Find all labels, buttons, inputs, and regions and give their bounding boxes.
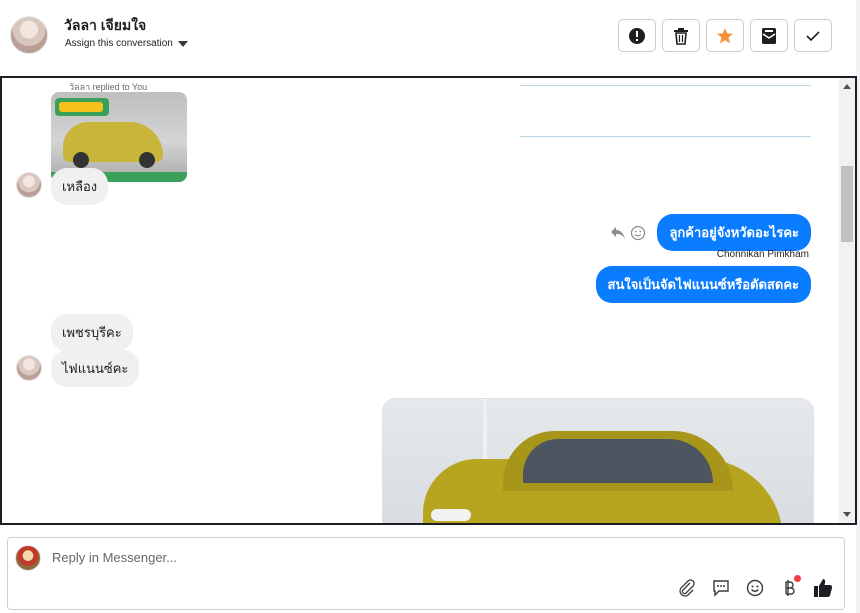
conversation-toolbar bbox=[618, 19, 832, 52]
delete-button[interactable] bbox=[662, 19, 700, 52]
car-headlight bbox=[431, 509, 471, 521]
composer-actions bbox=[676, 575, 834, 599]
incoming-message[interactable]: ไฟแนนซ์คะ bbox=[51, 350, 140, 387]
thread-scrollbar[interactable] bbox=[839, 78, 855, 523]
conversation-header: วัลลา เจียมใจ Assign this conversation bbox=[0, 0, 860, 76]
sender-name: Chonnikan Pimkham bbox=[716, 249, 809, 260]
thumbs-up-icon bbox=[814, 579, 833, 597]
reply-composer bbox=[7, 537, 845, 610]
message-actions bbox=[610, 225, 646, 241]
spam-button[interactable] bbox=[618, 19, 656, 52]
scroll-up-icon[interactable] bbox=[843, 84, 851, 89]
outgoing-message[interactable]: สนใจเป็นจัดไฟแนนซ์หรือตัดสดคะ bbox=[595, 266, 811, 303]
assign-conversation-dropdown[interactable]: Assign this conversation bbox=[65, 38, 188, 49]
car-windshield bbox=[523, 439, 713, 483]
saved-replies-button[interactable] bbox=[710, 577, 732, 599]
contact-avatar[interactable] bbox=[10, 16, 48, 54]
reply-icon[interactable] bbox=[610, 226, 626, 240]
saved-replies-icon bbox=[713, 580, 729, 597]
mark-unread-button[interactable] bbox=[750, 19, 788, 52]
page-avatar bbox=[15, 545, 41, 571]
star-icon bbox=[717, 27, 733, 43]
message-thread[interactable]: วัลลา replied to You เหลือง ลูกค้าอยู่จั… bbox=[0, 76, 857, 525]
car-wheel bbox=[73, 152, 89, 168]
paperclip-icon bbox=[679, 579, 695, 597]
star-button[interactable] bbox=[706, 19, 744, 52]
attach-button[interactable] bbox=[676, 577, 698, 599]
emoji-icon bbox=[746, 579, 764, 597]
incoming-message[interactable]: เพชรบุรีคะ bbox=[51, 314, 133, 351]
payment-button[interactable] bbox=[778, 575, 801, 599]
scroll-down-icon[interactable] bbox=[843, 512, 851, 517]
alert-icon bbox=[629, 27, 645, 44]
incoming-message[interactable]: เหลือง bbox=[51, 168, 109, 205]
scrollbar-thumb[interactable] bbox=[841, 166, 853, 242]
outgoing-message[interactable]: ลูกค้าอยู่จังหวัดอะไรคะ bbox=[657, 214, 811, 251]
car-wheel bbox=[139, 152, 155, 168]
react-emoji-icon[interactable] bbox=[630, 225, 646, 241]
notification-dot bbox=[794, 575, 801, 582]
contact-name[interactable]: วัลลา เจียมใจ bbox=[64, 15, 146, 37]
contact-avatar-small[interactable] bbox=[16, 355, 42, 381]
check-icon bbox=[806, 30, 820, 41]
like-button[interactable] bbox=[812, 577, 834, 599]
baht-payment-icon bbox=[785, 580, 795, 596]
trash-icon bbox=[674, 27, 688, 45]
sent-car-image[interactable] bbox=[382, 398, 814, 523]
divider bbox=[520, 85, 811, 86]
promo-price-tag bbox=[59, 102, 103, 112]
envelope-icon bbox=[762, 27, 776, 44]
reply-input[interactable] bbox=[52, 550, 752, 565]
contact-avatar-small[interactable] bbox=[16, 172, 42, 198]
assign-label: Assign this conversation bbox=[65, 38, 173, 49]
divider bbox=[520, 136, 811, 137]
mark-done-button[interactable] bbox=[794, 19, 832, 52]
emoji-button[interactable] bbox=[744, 577, 766, 599]
caret-down-icon bbox=[177, 40, 188, 47]
